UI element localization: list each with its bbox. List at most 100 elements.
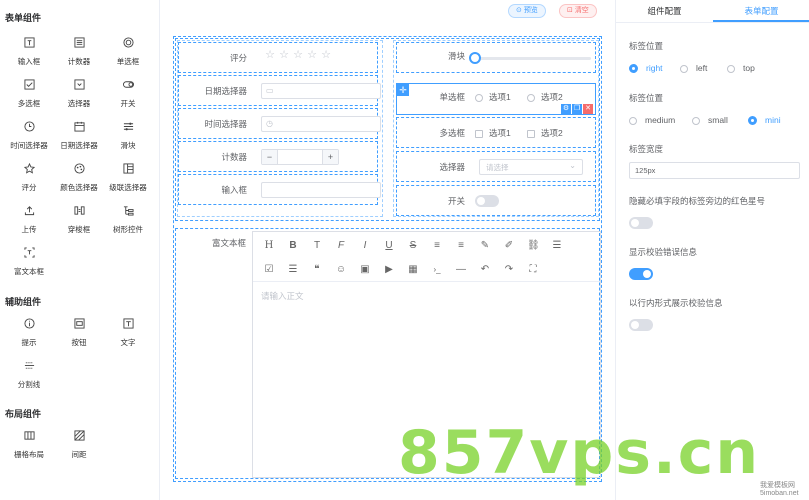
bold-icon[interactable]: B xyxy=(287,240,299,252)
form-item-radio-selected[interactable]: ✛ 单选框 选项1 选项2 ⚙ ❐ ✕ xyxy=(396,83,596,115)
form-item-input[interactable]: 输入框 xyxy=(178,174,381,205)
link-icon[interactable]: ⛓ xyxy=(527,240,540,252)
undo-icon[interactable]: ↶ xyxy=(479,264,491,276)
counter-minus-button[interactable]: − xyxy=(262,150,278,164)
palette-item-tree[interactable]: 树形控件 xyxy=(103,200,153,240)
palette-item-spacing[interactable]: 间距 xyxy=(54,425,104,465)
palette-item-upload[interactable]: 上传 xyxy=(4,200,54,240)
form-item-slider[interactable]: 滑块 xyxy=(396,42,596,73)
palette-item-richtext[interactable]: 富文本框 xyxy=(4,242,54,282)
align-icon[interactable]: ☰ xyxy=(287,264,299,276)
divider-icon[interactable]: — xyxy=(455,264,467,276)
tab-component-config[interactable]: 组件配置 xyxy=(616,0,713,22)
video-icon[interactable]: ▶ xyxy=(383,264,395,276)
label-width-title: 标签宽度 xyxy=(629,144,664,154)
strikethrough-icon[interactable]: S xyxy=(407,240,419,252)
checkbox-option-1[interactable]: 选项1 xyxy=(475,127,511,139)
label-position-left[interactable]: left xyxy=(680,63,707,73)
form-item-rate[interactable]: 评分 ☆ ☆ ☆ ☆ ☆ xyxy=(178,42,378,73)
palette-item-label: 时间选择器 xyxy=(10,141,48,150)
rate-stars[interactable]: ☆ ☆ ☆ ☆ ☆ xyxy=(263,48,333,61)
delete-icon[interactable]: ✕ xyxy=(583,104,593,114)
richtext-placeholder[interactable]: 请输入正文 xyxy=(261,290,304,302)
font-size-icon[interactable]: T xyxy=(311,240,323,252)
palette-item-divider[interactable]: 分割线 xyxy=(4,355,54,395)
todo-icon[interactable]: ☑ xyxy=(263,264,275,276)
palette-item-input[interactable]: 输入框 xyxy=(4,32,54,72)
date-picker-input[interactable]: ▭ xyxy=(261,83,381,99)
image-icon[interactable]: ▣ xyxy=(359,264,371,276)
counter-plus-button[interactable]: + xyxy=(322,150,338,164)
line-height-icon[interactable]: ≡ xyxy=(455,240,467,252)
palette-item-text[interactable]: 文字 xyxy=(103,313,153,353)
palette-item-counter[interactable]: 计数器 xyxy=(54,32,104,72)
star-icon[interactable]: ☆ xyxy=(263,48,277,61)
palette-item-transfer[interactable]: 穿梭框 xyxy=(54,200,104,240)
radio-option-2[interactable]: 选项2 xyxy=(527,91,563,103)
table-icon[interactable]: ▦ xyxy=(407,264,419,276)
checkbox-option-2[interactable]: 选项2 xyxy=(527,127,563,139)
background-color-icon[interactable]: ✐ xyxy=(503,240,515,252)
select-input[interactable]: 请选择 ⌄ xyxy=(479,159,583,175)
form-item-select[interactable]: 选择器 请选择 ⌄ xyxy=(396,151,596,182)
time-picker-input[interactable]: ◷ xyxy=(261,116,381,132)
palette-item-slider[interactable]: 滑块 xyxy=(103,116,153,156)
fullscreen-icon[interactable]: ⛶ xyxy=(527,264,539,276)
star-icon[interactable]: ☆ xyxy=(305,48,319,61)
palette-item-cascader[interactable]: 级联选择器 xyxy=(103,158,153,198)
font-color-icon[interactable]: ✎ xyxy=(479,240,491,252)
emoji-icon[interactable]: ☺ xyxy=(335,264,347,276)
form-item-date[interactable]: 日期选择器 ▭ xyxy=(178,75,381,106)
heading-icon[interactable]: H xyxy=(263,240,275,252)
clear-button[interactable]: ⊡ 清空 xyxy=(559,4,597,18)
text-input[interactable] xyxy=(261,182,381,198)
slider-track[interactable] xyxy=(475,57,591,60)
label-size-mini[interactable]: mini xyxy=(748,115,781,126)
quote-icon[interactable]: ❝ xyxy=(311,264,323,276)
underline-icon[interactable]: U xyxy=(383,240,395,252)
show-validation-switch[interactable] xyxy=(629,268,653,280)
redo-icon[interactable]: ↷ xyxy=(503,264,515,276)
star-icon[interactable]: ☆ xyxy=(277,48,291,61)
list-icon[interactable]: ☰ xyxy=(551,240,563,252)
tab-form-config[interactable]: 表单配置 xyxy=(713,0,809,22)
inline-validation-switch[interactable] xyxy=(629,319,653,331)
palette-item-rate[interactable]: 评分 xyxy=(4,158,54,198)
form-item-time[interactable]: 时间选择器 ◷ xyxy=(178,108,381,139)
palette-item-checkbox[interactable]: 多选框 xyxy=(4,74,54,114)
star-icon[interactable]: ☆ xyxy=(291,48,305,61)
settings-icon[interactable]: ⚙ xyxy=(561,104,571,114)
palette-item-select[interactable]: 选择器 xyxy=(54,74,104,114)
slider-handle[interactable] xyxy=(469,52,481,64)
form-item-switch[interactable]: 开关 xyxy=(396,185,596,216)
indent-icon[interactable]: ≡ xyxy=(431,240,443,252)
palette-item-date-picker[interactable]: 日期选择器 xyxy=(54,116,104,156)
label-size-medium[interactable]: medium xyxy=(629,115,675,125)
palette-item-button[interactable]: 按钮 xyxy=(54,313,104,353)
radio-option-1[interactable]: 选项1 xyxy=(475,91,511,103)
code-icon[interactable]: ›_ xyxy=(431,264,443,276)
drag-handle-icon[interactable]: ✛ xyxy=(397,84,409,96)
label-position-top[interactable]: top xyxy=(727,63,755,73)
palette-item-grid[interactable]: 栅格布局 xyxy=(4,425,54,465)
italic-icon[interactable]: I xyxy=(359,240,371,252)
palette-item-radio[interactable]: 单选框 xyxy=(103,32,153,72)
form-item-checkbox[interactable]: 多选框 选项1 选项2 xyxy=(396,117,596,148)
hide-required-switch[interactable] xyxy=(629,217,653,229)
label-position-right[interactable]: right xyxy=(629,63,663,74)
font-family-icon[interactable]: F xyxy=(335,240,347,252)
form-design-canvas[interactable]: 评分 ☆☆☆☆☆ 日期选择器 ▭ 时间选择器 ◷ 计数器 − + 输入框 xyxy=(173,36,602,482)
palette-item-tip[interactable]: 提示 xyxy=(4,313,54,353)
checkbox-icon xyxy=(4,76,54,92)
palette-item-switch[interactable]: 开关 xyxy=(103,74,153,114)
palette-item-time-picker[interactable]: 时间选择器 xyxy=(4,116,54,156)
star-icon[interactable]: ☆ xyxy=(319,48,333,61)
label-width-input[interactable]: 125px xyxy=(629,162,800,179)
preview-button[interactable]: ⊙ 预览 xyxy=(508,4,546,18)
form-item-counter[interactable]: 计数器 − + xyxy=(178,141,378,172)
counter-input[interactable]: − + xyxy=(261,149,339,165)
copy-icon[interactable]: ❐ xyxy=(572,104,582,114)
switch-toggle[interactable] xyxy=(475,195,499,207)
label-size-small[interactable]: small xyxy=(692,115,728,125)
palette-item-color-picker[interactable]: 颜色选择器 xyxy=(54,158,104,198)
